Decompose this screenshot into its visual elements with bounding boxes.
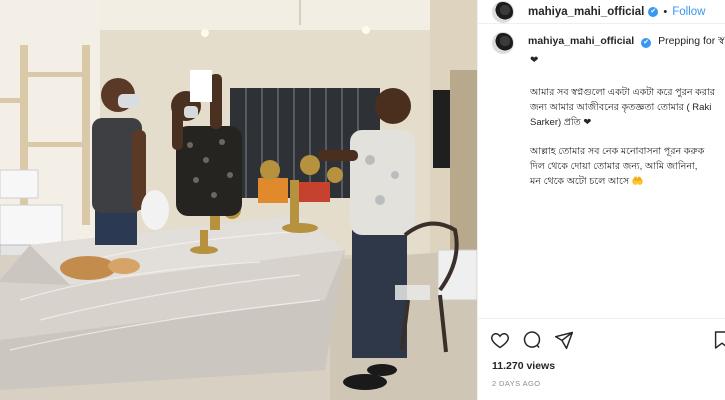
caption-line: আমার সব স্বপ্নগুলো একটা একটা করে পুরন কর… bbox=[530, 87, 715, 98]
room-scene-image bbox=[0, 0, 477, 400]
caption-line: মন থেকে অটো চলে আসে 🤲 bbox=[530, 176, 644, 187]
caption-username[interactable]: mahiya_mahi_official bbox=[528, 35, 634, 47]
post-media-photo[interactable] bbox=[0, 0, 477, 400]
caption-line: আল্লাহ তোমার সব নেক মনোবাসনা পূরন করুক bbox=[530, 146, 705, 157]
separator-dot: • bbox=[663, 5, 668, 18]
caption-line: Sarker) প্রতি ❤ bbox=[530, 117, 592, 128]
bookmark-icon[interactable] bbox=[714, 330, 725, 350]
post-timestamp: 2 DAYS AGO bbox=[492, 379, 541, 388]
caption-paragraph-1: আমার সব স্বপ্নগুলো একটা একটা করে পুরন কর… bbox=[478, 85, 725, 130]
header-username[interactable]: mahiya_mahi_official bbox=[528, 6, 644, 18]
avatar[interactable] bbox=[492, 0, 514, 23]
caption-header: mahiya_mahi_official ✔ Prepping for স্ব bbox=[478, 24, 725, 54]
comment-icon[interactable] bbox=[522, 330, 542, 350]
verified-badge-icon: ✔ bbox=[648, 6, 659, 17]
follow-button[interactable]: Follow bbox=[672, 6, 705, 18]
paper-plane-icon[interactable] bbox=[554, 330, 574, 350]
caption-avatar[interactable] bbox=[492, 32, 514, 54]
caption-heart: ❤ bbox=[530, 55, 539, 66]
caption-line: দিল থেকে দোয়া তোমার জন্য, আমি জানিনা, bbox=[530, 161, 698, 172]
action-bar bbox=[490, 327, 725, 353]
caption-first-line: mahiya_mahi_official ✔ Prepping for স্ব bbox=[528, 34, 725, 54]
caption-line: জন্য আমার আজীবনের কৃতজ্ঞতা তোমার ( Raki bbox=[530, 102, 712, 113]
heart-outline-icon[interactable] bbox=[490, 330, 510, 350]
views-count[interactable]: 11.270 views bbox=[492, 360, 555, 372]
post-side-panel: mahiya_mahi_official ✔ • Follow mahiya_m… bbox=[477, 0, 725, 400]
caption-verified-badge-icon: ✔ bbox=[641, 37, 652, 48]
post-header: mahiya_mahi_official ✔ • Follow bbox=[478, 0, 725, 24]
caption-paragraph-2: আল্লাহ তোমার সব নেক মনোবাসনা পূরন করুক দ… bbox=[478, 144, 725, 189]
caption-text-start: Prepping for স্ব bbox=[658, 35, 725, 47]
divider bbox=[478, 318, 725, 319]
